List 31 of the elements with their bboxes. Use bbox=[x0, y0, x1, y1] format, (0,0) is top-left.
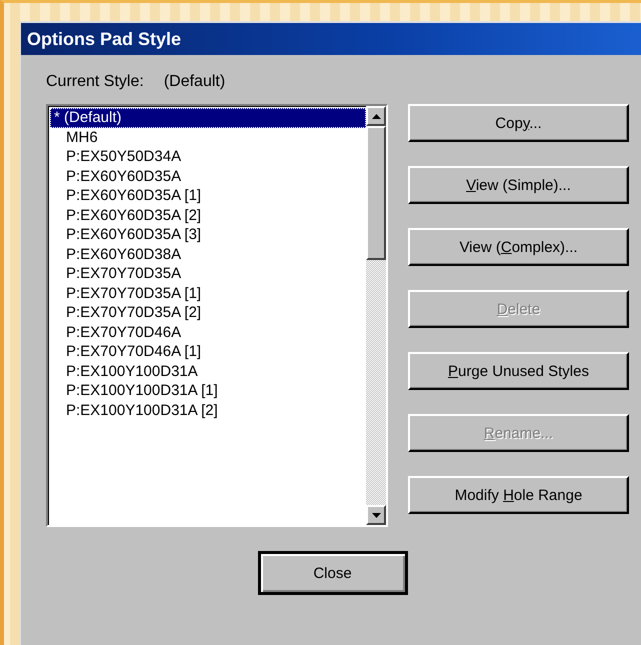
window-title: Options Pad Style bbox=[21, 23, 641, 55]
list-item[interactable]: MH6 bbox=[50, 128, 366, 147]
list-item[interactable]: * (Default) bbox=[50, 108, 366, 128]
list-item[interactable]: P:EX60Y60D35A bbox=[50, 166, 366, 186]
list-item[interactable]: P:EX70Y70D35A [1] bbox=[50, 284, 366, 303]
list-item[interactable]: P:EX60Y60D35A [2] bbox=[50, 206, 366, 225]
list-item[interactable]: P:EX60Y60D38A bbox=[50, 244, 366, 264]
current-style-value: (Default) bbox=[164, 73, 226, 91]
scroll-down-button[interactable] bbox=[366, 505, 386, 525]
down-arrow-icon bbox=[372, 512, 380, 518]
current-style-label: Current Style: bbox=[46, 73, 144, 91]
up-arrow-icon bbox=[372, 114, 380, 118]
list-item[interactable]: P:EX70Y70D46A [1] bbox=[50, 342, 366, 362]
list-item[interactable]: P:EX60Y60D35A [3] bbox=[50, 225, 366, 244]
list-item[interactable]: P:EX70Y70D35A [2] bbox=[50, 303, 366, 322]
list-item[interactable]: P:EX100Y100D31A [2] bbox=[50, 400, 366, 420]
dialog-button[interactable]: View (Complex)... bbox=[408, 228, 629, 266]
list-item[interactable]: P:EX70Y70D46A bbox=[50, 322, 366, 342]
dialog-button[interactable]: Purge Unused Styles bbox=[408, 352, 629, 390]
dialog-button[interactable]: Modify Hole Range bbox=[408, 476, 629, 514]
list-item[interactable]: P:EX60Y60D35A [1] bbox=[50, 186, 366, 206]
list-item[interactable]: P:EX70Y70D35A bbox=[50, 264, 366, 284]
dialog-button[interactable]: View (Simple)... bbox=[408, 166, 629, 204]
list-item[interactable]: P:EX100Y100D31A bbox=[50, 362, 366, 381]
close-button[interactable]: Close bbox=[258, 551, 408, 595]
scrollbar-thumb[interactable] bbox=[366, 126, 386, 260]
dialog-button[interactable]: Copy... bbox=[408, 104, 629, 142]
scroll-up-button[interactable] bbox=[366, 106, 386, 126]
styles-list[interactable] bbox=[46, 104, 388, 527]
list-item[interactable]: P:EX100Y100D31A [1] bbox=[50, 381, 366, 400]
list-item[interactable]: P:EX50Y50D34A bbox=[50, 147, 366, 166]
